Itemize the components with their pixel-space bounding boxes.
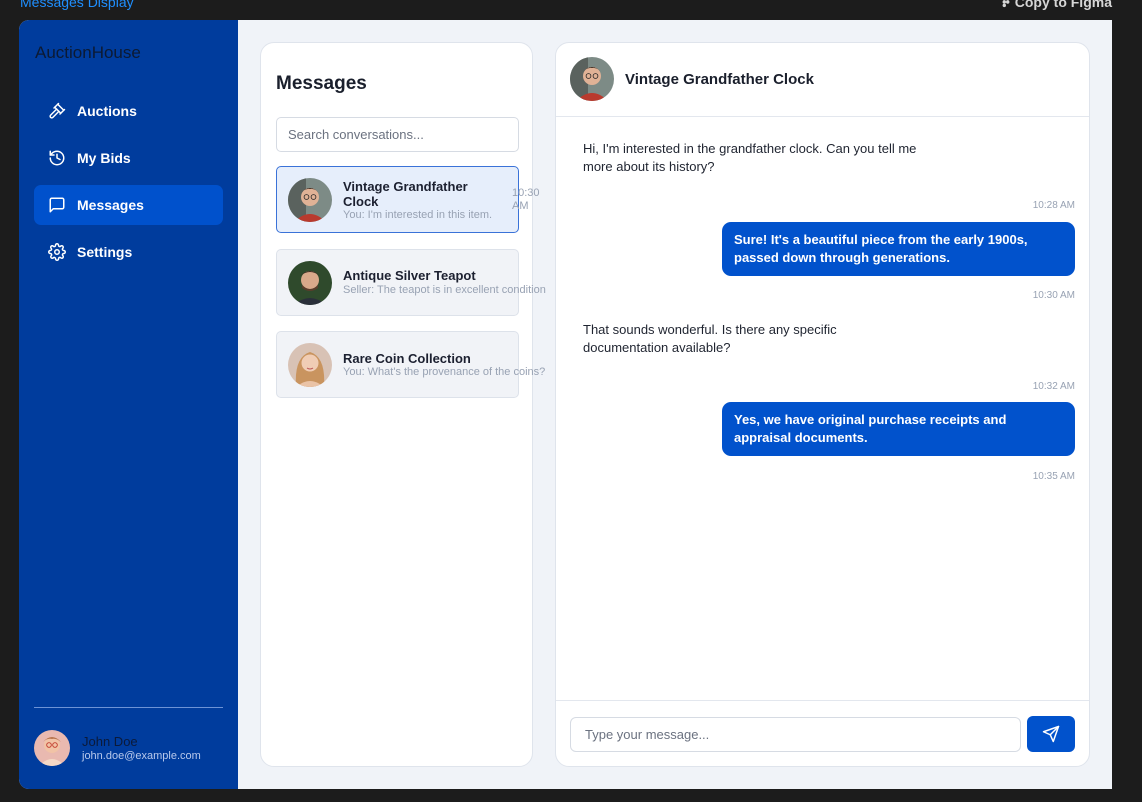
- chat-footer: [556, 700, 1089, 766]
- conversation-name: Vintage Grandfather Clock: [343, 179, 468, 209]
- figma-frame-bar: Messages Display Copy to Figma: [0, 0, 1142, 20]
- sidebar-divider: [34, 707, 223, 708]
- sidebar-nav: Auctions My Bids Messages Settings: [34, 91, 223, 279]
- message-incoming: That sounds wonderful. Is there any spec…: [583, 322, 837, 355]
- message-outgoing: Yes, we have original purchase receipts …: [722, 402, 1075, 456]
- sidebar: AuctionHouse Auctions My Bids Messages S…: [19, 20, 238, 789]
- avatar: [570, 57, 614, 101]
- copy-to-figma-label: Copy to Figma: [1014, 0, 1112, 10]
- avatar: [288, 343, 332, 387]
- page-title: Messages: [276, 73, 367, 94]
- sidebar-item-settings[interactable]: Settings: [34, 232, 223, 272]
- conversation-preview: You: What's the provenance of the coins?: [343, 366, 546, 378]
- message-outgoing: Sure! It's a beautiful piece from the ea…: [722, 222, 1075, 276]
- message-time: 10:32 AM: [1032, 381, 1075, 392]
- conversation-name: Rare Coin Collection: [343, 351, 471, 366]
- conversation-item[interactable]: Rare Coin Collection You: What's the pro…: [276, 331, 545, 398]
- message-time: 10:35 AM: [1032, 471, 1075, 482]
- app-window: AuctionHouse Auctions My Bids Messages S…: [19, 20, 1112, 789]
- search-input[interactable]: [276, 117, 519, 152]
- message-time: 10:30 AM: [1032, 290, 1075, 301]
- conversation-time: 10:30 AM: [512, 187, 540, 212]
- avatar: [288, 178, 332, 222]
- copy-to-figma-button[interactable]: Copy to Figma: [1001, 0, 1112, 10]
- gear-icon: [48, 243, 66, 261]
- message-time: 10:28 AM: [1032, 200, 1075, 211]
- chat-header: Vintage Grandfather Clock: [556, 43, 1089, 117]
- user-profile[interactable]: John Doe john.doe@example.com: [34, 730, 201, 766]
- conversation-item[interactable]: Vintage Grandfather Clock You: I'm inter…: [276, 166, 540, 233]
- chat-title: Vintage Grandfather Clock: [625, 71, 814, 88]
- send-button[interactable]: [1027, 716, 1075, 752]
- sidebar-item-label: My Bids: [77, 150, 131, 166]
- sidebar-item-auctions[interactable]: Auctions: [34, 91, 223, 131]
- conversation-item[interactable]: Antique Silver Teapot Seller: The teapot…: [276, 249, 546, 316]
- message-input[interactable]: [570, 717, 1021, 752]
- send-icon: [1042, 725, 1060, 743]
- conversations-panel: Messages Vintage Grandfather Clock You: …: [260, 42, 546, 767]
- sidebar-item-label: Messages: [77, 197, 144, 213]
- chat-panel: Vintage Grandfather Clock Hi, I'm intere…: [555, 42, 1090, 767]
- gavel-icon: [49, 102, 66, 119]
- conversation-name: Antique Silver Teapot: [343, 268, 476, 283]
- user-name: John Doe: [82, 734, 138, 749]
- avatar: [288, 261, 332, 305]
- message-icon: [49, 197, 65, 213]
- history-icon: [49, 150, 65, 166]
- conversation-preview: You: I'm interested in this item.: [343, 209, 493, 221]
- sidebar-item-label: Auctions: [77, 103, 137, 119]
- conversation-preview: Seller: The teapot is in excellent condi…: [343, 284, 546, 296]
- frame-title: Messages Display: [20, 0, 134, 10]
- message-incoming: Hi, I'm interested in the grandfather cl…: [583, 141, 917, 174]
- avatar: [34, 730, 70, 766]
- brand-logo[interactable]: AuctionHouse: [35, 43, 141, 63]
- sidebar-item-my-bids[interactable]: My Bids: [34, 138, 223, 178]
- sidebar-item-label: Settings: [77, 244, 133, 260]
- user-email: john.doe@example.com: [82, 750, 201, 762]
- sidebar-item-messages[interactable]: Messages: [34, 185, 223, 225]
- figma-icon: [1002, 0, 1010, 8]
